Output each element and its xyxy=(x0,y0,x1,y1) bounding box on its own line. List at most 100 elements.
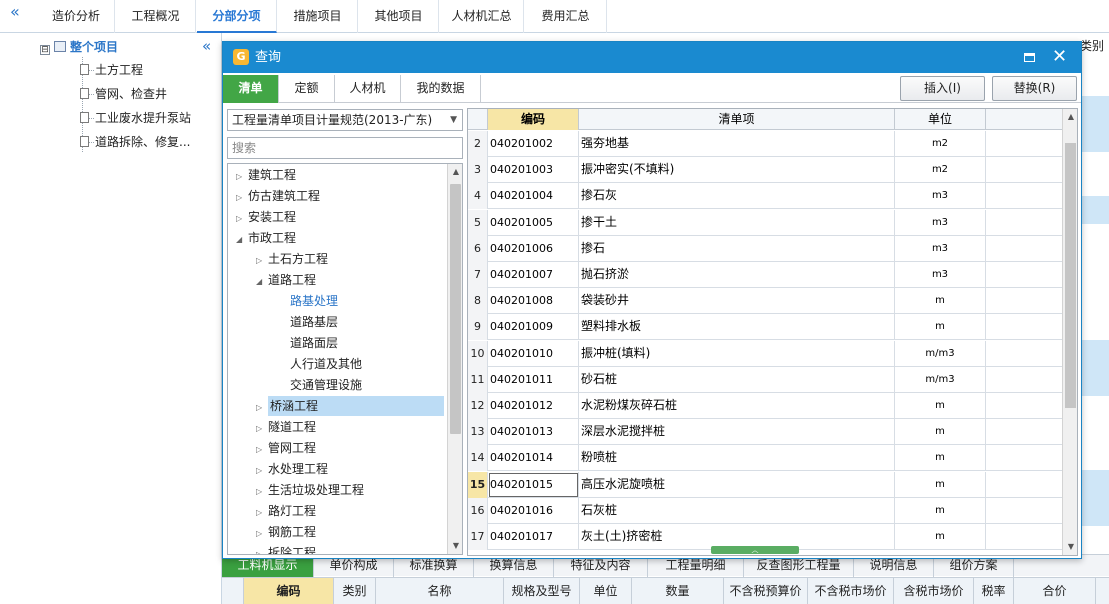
expand-arrow-icon[interactable]: ▷ xyxy=(256,482,268,502)
tree-node[interactable]: ▷ 隧道工程 xyxy=(256,417,316,437)
scroll-down-icon[interactable]: ▼ xyxy=(1063,539,1077,555)
expand-arrow-icon[interactable]: ▷ xyxy=(236,188,248,208)
scroll-up-icon[interactable]: ▲ xyxy=(1063,109,1077,125)
tree-node[interactable]: ▷ 生活垃圾处理工程 xyxy=(256,480,364,500)
tree-node[interactable]: ◢ 市政工程 xyxy=(236,228,296,248)
tab-labor-material[interactable]: 人材机 xyxy=(335,75,401,103)
project-item[interactable]: 工业废水提升泵站 xyxy=(80,109,191,127)
maximize-icon[interactable] xyxy=(1024,53,1035,62)
search-input[interactable] xyxy=(227,137,463,159)
expand-arrow-icon[interactable]: ▷ xyxy=(236,167,248,187)
table-row[interactable]: 4 040201004 掺石灰 m3 xyxy=(468,183,1062,210)
tree-node[interactable]: ▷ 管网工程 xyxy=(256,438,316,458)
tab-project-overview[interactable]: 工程概况 xyxy=(116,0,196,33)
collapse-toggle-icon[interactable]: ⊟ xyxy=(40,45,50,55)
table-row[interactable]: 8 040201008 袋装砂井 m xyxy=(468,288,1062,315)
collapse-left-icon[interactable]: « xyxy=(10,4,20,20)
library-select[interactable]: 工程量清单项目计量规范(2013-广东) ▼ xyxy=(227,109,463,131)
column-header[interactable]: 税率 xyxy=(974,578,1014,604)
column-header[interactable]: 数量 xyxy=(632,578,724,604)
column-header[interactable]: 不含税市场价 xyxy=(808,578,894,604)
column-header[interactable]: 含税市场价 xyxy=(894,578,974,604)
table-row[interactable]: 6 040201006 掺石 m3 xyxy=(468,235,1062,262)
project-item[interactable]: 管网、检查井 xyxy=(80,85,167,103)
tab-measure-items[interactable]: 措施项目 xyxy=(278,0,358,33)
tree-node-subgrade[interactable]: 路基处理 xyxy=(290,291,338,311)
collapse-panel-icon[interactable]: « xyxy=(202,37,211,55)
expand-arrow-icon[interactable]: ▷ xyxy=(256,440,268,460)
expand-arrow-icon[interactable]: ▷ xyxy=(256,419,268,439)
tree-node[interactable]: 人行道及其他 xyxy=(290,354,362,374)
tab-labor-material-summary[interactable]: 人材机汇总 xyxy=(440,0,524,33)
tree-node[interactable]: ▷ 桥涵工程 xyxy=(256,396,444,416)
expand-arrow-icon[interactable]: ▷ xyxy=(256,398,268,418)
collapse-arrow-icon[interactable]: ◢ xyxy=(256,272,268,292)
table-row[interactable]: 14 040201014 粉喷桩 m xyxy=(468,445,1062,472)
tree-node[interactable]: ▷ 水处理工程 xyxy=(256,459,328,479)
tree-node[interactable]: ◢ 道路工程 xyxy=(256,270,316,290)
expand-arrow-icon[interactable]: ▷ xyxy=(256,251,268,271)
table-row[interactable]: 10 040201010 振冲桩(填料) m/m3 xyxy=(468,340,1062,367)
column-header[interactable]: 合价 xyxy=(1014,578,1096,604)
tree-node[interactable]: ▷ 土石方工程 xyxy=(256,249,328,269)
tab-quota[interactable]: 定额 xyxy=(279,75,335,103)
expand-arrow-icon[interactable]: ▷ xyxy=(256,545,268,554)
collapse-arrow-icon[interactable]: ◢ xyxy=(236,230,248,250)
column-header[interactable]: 单位 xyxy=(580,578,632,604)
scroll-thumb[interactable] xyxy=(450,184,461,434)
tab-other-items[interactable]: 其他项目 xyxy=(359,0,439,33)
tab-cost-analysis[interactable]: 造价分析 xyxy=(38,0,115,33)
row-unit: m xyxy=(895,288,986,315)
project-root[interactable]: ⊟ 整个项目 xyxy=(40,38,118,56)
table-row[interactable]: 9 040201009 塑料排水板 m xyxy=(468,314,1062,341)
column-header-unit[interactable]: 单位 xyxy=(895,109,986,130)
table-row[interactable]: 15 040201015 高压水泥旋喷桩 m xyxy=(468,471,1062,498)
tree-scrollbar[interactable]: ▲ ▼ xyxy=(447,164,462,554)
expand-arrow-icon[interactable]: ▷ xyxy=(256,461,268,481)
close-icon[interactable]: ✕ xyxy=(1052,47,1067,67)
tree-node[interactable]: 道路基层 xyxy=(290,312,338,332)
project-item[interactable]: 土方工程 xyxy=(80,61,143,79)
scroll-up-icon[interactable]: ▲ xyxy=(448,164,462,180)
tree-node[interactable]: ▷ 安装工程 xyxy=(236,207,296,227)
column-header-code[interactable]: 编码 xyxy=(488,109,579,130)
column-header[interactable]: 规格及型号 xyxy=(504,578,580,604)
tab-division-items[interactable]: 分部分项 xyxy=(197,0,277,33)
replace-button[interactable]: 替换(R) xyxy=(992,76,1077,101)
project-item[interactable]: 道路拆除、修复... xyxy=(80,133,190,151)
scroll-down-icon[interactable]: ▼ xyxy=(448,538,462,554)
insert-button[interactable]: 插入(I) xyxy=(900,76,985,101)
scroll-thumb[interactable] xyxy=(1065,143,1076,408)
expand-arrow-icon[interactable]: ▷ xyxy=(256,503,268,523)
column-header-item[interactable]: 清单项 xyxy=(579,109,895,130)
tree-node[interactable]: ▷ 拆除工程 xyxy=(256,543,316,554)
table-row[interactable]: 12 040201012 水泥粉煤灰碎石桩 m xyxy=(468,393,1062,419)
project-item-label: 管网、检查井 xyxy=(95,87,168,101)
tree-node[interactable]: 道路面层 xyxy=(290,333,338,353)
tree-node[interactable]: ▷ 仿古建筑工程 xyxy=(236,186,320,206)
row-code: 040201002 xyxy=(488,131,579,157)
table-row[interactable]: 11 040201011 砂石桩 m/m3 xyxy=(468,366,1062,393)
column-header[interactable]: 不含税预算价 xyxy=(724,578,808,604)
tree-node[interactable]: 交通管理设施 xyxy=(290,375,362,395)
table-row[interactable]: 5 040201005 掺干土 m3 xyxy=(468,209,1062,236)
table-row[interactable]: 16 040201016 石灰桩 m xyxy=(468,497,1062,524)
table-row[interactable]: 2 040201002 强夯地基 m2 xyxy=(468,131,1062,157)
tab-bill-list[interactable]: 清单 xyxy=(223,75,279,103)
grid-scrollbar[interactable]: ▲ ▼ xyxy=(1062,109,1077,555)
table-row[interactable]: 13 040201013 深层水泥搅拌桩 m xyxy=(468,419,1062,446)
tree-node[interactable]: ▷ 钢筋工程 xyxy=(256,522,316,542)
table-row[interactable]: 7 040201007 抛石挤淤 m3 xyxy=(468,262,1062,288)
tree-node[interactable]: ▷ 建筑工程 xyxy=(236,165,296,185)
expand-arrow-icon[interactable]: ▷ xyxy=(236,209,248,229)
resize-grip-icon[interactable]: ︿ xyxy=(711,546,799,554)
column-header[interactable]: 编码 xyxy=(244,578,334,604)
column-header[interactable]: 类别 xyxy=(334,578,376,604)
column-header[interactable]: 名称 xyxy=(376,578,504,604)
tab-my-data[interactable]: 我的数据 xyxy=(401,75,481,103)
expand-arrow-icon[interactable]: ▷ xyxy=(256,524,268,544)
tab-fee-summary[interactable]: 费用汇总 xyxy=(525,0,607,33)
table-row[interactable]: 3 040201003 振冲密实(不填料) m2 xyxy=(468,157,1062,184)
dialog-title-bar[interactable]: G 查询 ✕ xyxy=(223,42,1081,73)
tree-node[interactable]: ▷ 路灯工程 xyxy=(256,501,316,521)
